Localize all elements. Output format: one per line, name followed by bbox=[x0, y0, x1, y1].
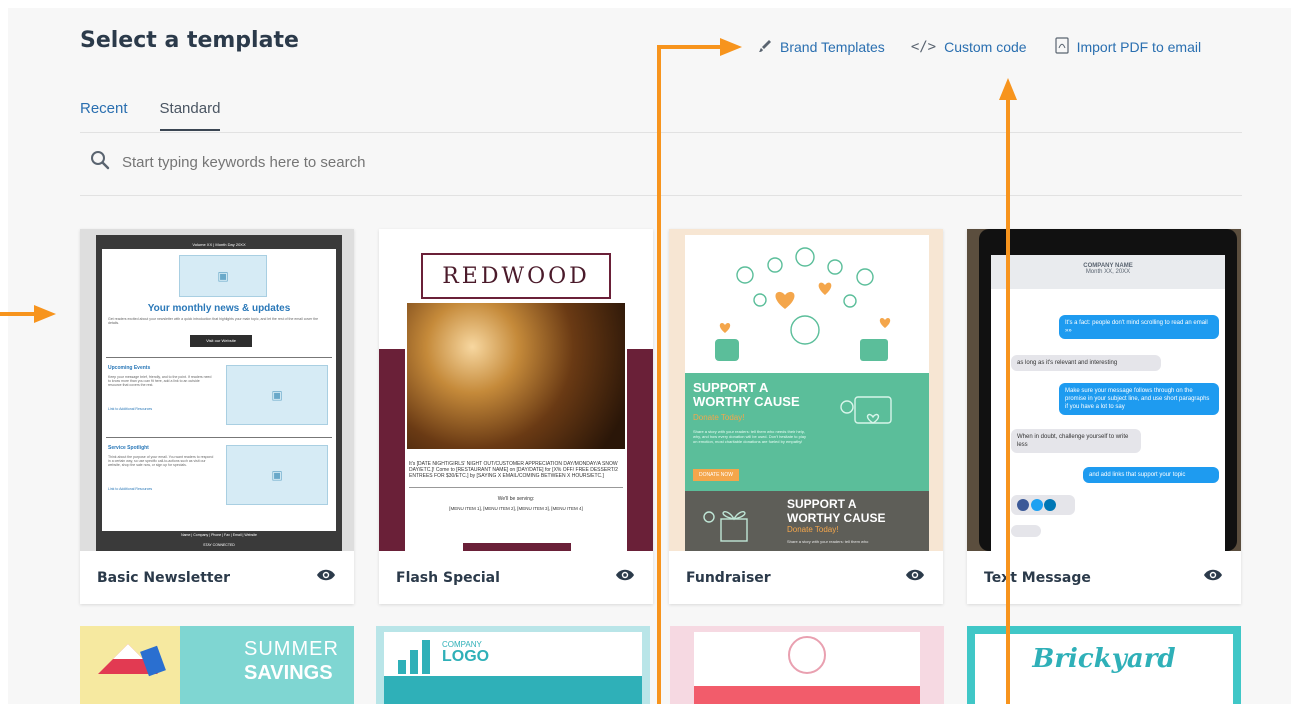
template-name: Basic Newsletter bbox=[97, 569, 230, 586]
social-icons-bubble bbox=[1011, 495, 1075, 515]
page: Select a template Brand Templates </> Cu… bbox=[0, 0, 1299, 704]
badge-logo-icon bbox=[788, 636, 826, 674]
template-card-flash-special[interactable]: REDWOOD It's [DATE NIGHT/GIRLS' NIGHT OU… bbox=[379, 229, 653, 604]
preview-eye-icon[interactable] bbox=[1203, 568, 1223, 587]
message-bubble: Make sure your message follows through o… bbox=[1059, 383, 1219, 415]
flash-serving: We'll be serving: bbox=[497, 496, 535, 502]
tab-standard[interactable]: Standard bbox=[159, 100, 221, 131]
search-icon bbox=[90, 150, 110, 174]
restaurant-photo bbox=[407, 303, 625, 449]
typing-indicator bbox=[1011, 525, 1041, 537]
tab-recent[interactable]: Recent bbox=[80, 100, 128, 131]
message-bubble: It's a fact: people don't mind scrolling… bbox=[1059, 315, 1219, 339]
fundraiser-headline: SUPPORT A WORTHY CAUSE bbox=[693, 380, 800, 409]
flash-menu: [MENU ITEM 1], [MENU ITEM 2], [MENU ITEM… bbox=[449, 506, 583, 511]
message-bubble: as long as it's relevant and interesting bbox=[1011, 355, 1161, 371]
template-card-fundraiser[interactable]: SUPPORT A WORTHY CAUSE Donate Today! Sha… bbox=[669, 229, 943, 604]
section2-title: Service Spotlight bbox=[108, 445, 149, 451]
message-bubble: When in doubt, challenge yourself to wri… bbox=[1011, 429, 1141, 453]
fundraiser-body-2: Share a story with your readers: tell th… bbox=[787, 539, 869, 544]
template-name: Flash Special bbox=[396, 569, 500, 586]
search-input[interactable] bbox=[122, 153, 522, 171]
search-divider bbox=[80, 195, 1242, 196]
section2-link: Link to Additional Resources bbox=[108, 487, 153, 491]
flash-body: It's [DATE NIGHT/GIRLS' NIGHT OUT/CUSTOM… bbox=[409, 461, 618, 479]
fundraiser-sub-2: Donate Today! bbox=[787, 525, 839, 534]
savings-text: SAVINGS bbox=[244, 662, 333, 684]
tabs-divider bbox=[80, 132, 1242, 133]
arrowhead-icon bbox=[720, 38, 742, 56]
donate-now-button: DONATE NOW bbox=[693, 469, 739, 481]
template-card-watermelon[interactable] bbox=[670, 626, 944, 704]
import-pdf-label: Import PDF to email bbox=[1076, 39, 1202, 55]
newsletter-intro: Get readers excited about your newslette… bbox=[108, 317, 319, 325]
page-title: Select a template bbox=[80, 28, 299, 53]
newsletter-preview: Volume XX | Month Day 20XX ▣ Your monthl… bbox=[96, 235, 342, 551]
image-placeholder-icon: ▣ bbox=[226, 445, 328, 505]
custom-code-link[interactable]: </> Custom code bbox=[911, 39, 1027, 55]
linkedin-icon bbox=[1044, 499, 1057, 511]
template-name: Fundraiser bbox=[686, 569, 771, 586]
image-placeholder-icon: ▣ bbox=[226, 365, 328, 425]
section2-body: Think about the purpose of your email. Y… bbox=[108, 455, 214, 467]
message-bubble: and add links that support your topic bbox=[1083, 467, 1219, 483]
annotation-arrow-code bbox=[1006, 96, 1010, 704]
newsletter-button: Visit our Website bbox=[190, 335, 252, 347]
annotation-arrow-left bbox=[0, 312, 36, 316]
fundraiser-body: Share a story with your readers: tell th… bbox=[693, 429, 806, 444]
template-card-summer-savings[interactable]: SUMMER SAVINGS bbox=[80, 626, 354, 704]
template-card-company-logo[interactable]: COMPANY LOGO bbox=[376, 626, 650, 704]
brand-templates-label: Brand Templates bbox=[780, 39, 885, 55]
search-bar bbox=[90, 150, 522, 174]
template-thumbnail[interactable]: REDWOOD It's [DATE NIGHT/GIRLS' NIGHT OU… bbox=[379, 229, 653, 551]
newsletter-footer-2: STAY CONNECTED bbox=[203, 543, 235, 547]
gift-icon bbox=[703, 511, 748, 542]
tablet-screen: COMPANY NAME Month XX, 20XX It's a fact:… bbox=[991, 255, 1225, 551]
donation-illustration bbox=[715, 247, 891, 361]
logo-text: LOGO bbox=[442, 648, 490, 665]
template-name: Text Message bbox=[984, 569, 1091, 586]
section1-link: Link to Additional Resources bbox=[108, 407, 153, 411]
pdf-icon bbox=[1054, 37, 1069, 57]
image-placeholder-icon: ▣ bbox=[179, 255, 267, 297]
fundraiser-headline-2: SUPPORT A WORTHY CAUSE bbox=[787, 497, 886, 525]
twitter-icon bbox=[1030, 499, 1043, 511]
facebook-icon bbox=[1017, 499, 1029, 511]
fundraiser-sub: Donate Today! bbox=[693, 413, 745, 422]
template-thumbnail[interactable]: Volume XX | Month Day 20XX ▣ Your monthl… bbox=[80, 229, 354, 551]
preview-eye-icon[interactable] bbox=[905, 568, 925, 587]
brand-templates-link[interactable]: Brand Templates bbox=[758, 39, 885, 56]
template-thumbnail[interactable]: SUPPORT A WORTHY CAUSE Donate Today! Sha… bbox=[669, 229, 943, 551]
section1-title: Upcoming Events bbox=[108, 365, 151, 371]
newsletter-header: Volume XX | Month Day 20XX bbox=[192, 242, 246, 247]
summer-text: SUMMER bbox=[244, 638, 339, 660]
redwood-logo: REDWOOD bbox=[421, 253, 611, 299]
code-icon: </> bbox=[910, 39, 937, 55]
template-card-basic-newsletter[interactable]: Volume XX | Month Day 20XX ▣ Your monthl… bbox=[80, 229, 354, 604]
arrowhead-icon bbox=[34, 305, 56, 323]
message-date: Month XX, 20XX bbox=[1085, 269, 1131, 275]
brush-icon bbox=[758, 39, 772, 56]
newsletter-footer: Name | Company | Phone | Fax | Email | W… bbox=[181, 533, 257, 537]
template-tabs: Recent Standard bbox=[80, 100, 221, 131]
preview-eye-icon[interactable] bbox=[615, 568, 635, 587]
annotation-arrow-brand bbox=[657, 45, 661, 704]
header-links: Brand Templates </> Custom code Import P… bbox=[758, 37, 1201, 57]
section1-body: Keep your message brief, friendly, and t… bbox=[108, 375, 212, 387]
plant-icon bbox=[840, 396, 892, 424]
arrowhead-icon bbox=[999, 78, 1017, 100]
import-pdf-link[interactable]: Import PDF to email bbox=[1054, 37, 1202, 57]
preview-eye-icon[interactable] bbox=[316, 568, 336, 587]
custom-code-label: Custom code bbox=[944, 39, 1027, 55]
logo-bars-icon bbox=[398, 640, 430, 674]
newsletter-headline: Your monthly news & updates bbox=[147, 303, 291, 314]
beach-umbrella-icon bbox=[98, 644, 166, 677]
